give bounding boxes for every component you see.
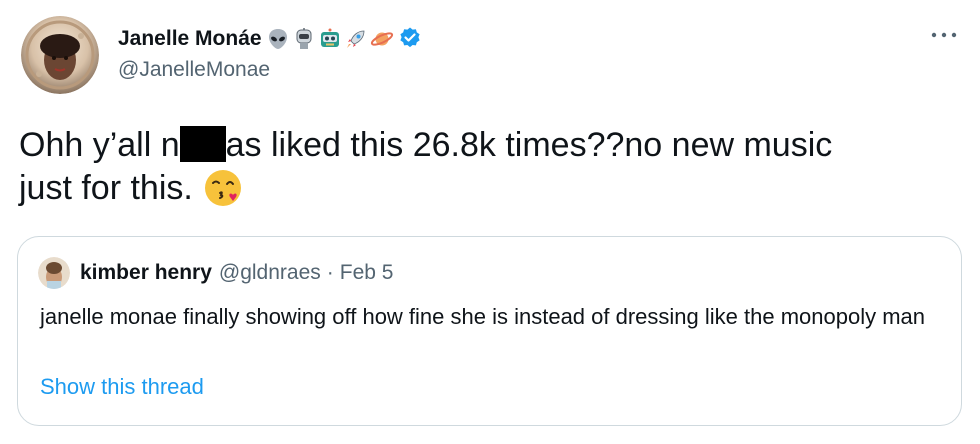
kissing-face-emoji-icon [203, 168, 243, 208]
quoted-tweet-card[interactable]: kimber henry @gldnraes · Feb 5 janelle m… [17, 236, 962, 426]
quoted-tweet-header: kimber henry @gldnraes · Feb 5 [80, 261, 393, 285]
redaction-box [179, 126, 226, 162]
tweet-text: Ohh y’all n as liked this 26.8k times??no… [19, 124, 969, 210]
tweet: Janelle Monáe @JanelleMonae Ohh y’all n … [0, 0, 980, 444]
ringed-planet-emoji-icon [369, 26, 395, 52]
robot-emoji-icon [317, 26, 343, 52]
quoted-author-avatar[interactable] [38, 257, 70, 289]
verified-badge-icon[interactable] [398, 26, 424, 52]
quoted-tweet-date[interactable]: Feb 5 [340, 261, 394, 285]
header-separator: · [326, 261, 334, 284]
robot-cyborg-emoji-icon [291, 26, 317, 52]
author-display-name[interactable]: Janelle Monáe [118, 27, 262, 51]
author-name-emojis [265, 26, 424, 52]
rocket-emoji-icon [343, 26, 369, 52]
quoted-author-handle[interactable]: @gldnraes [219, 261, 321, 285]
author-handle[interactable]: @JanelleMonae [118, 58, 270, 82]
more-options-button[interactable] [926, 22, 962, 48]
author-avatar[interactable] [21, 16, 99, 94]
quoted-tweet-text: janelle monae finally showing off how fi… [40, 304, 925, 329]
tweet-text-line2: just for this. [19, 169, 193, 207]
alien-emoji-icon [265, 26, 291, 52]
tweet-text-line1-start: Ohh y’all n [19, 126, 180, 164]
show-thread-link[interactable]: Show this thread [40, 374, 204, 400]
author-name-row: Janelle Monáe [118, 22, 424, 56]
quoted-author-name[interactable]: kimber henry [80, 261, 212, 285]
more-dots-icon [931, 32, 957, 38]
tweet-text-line1-end: as liked this 26.8k times??no new music [225, 126, 833, 164]
